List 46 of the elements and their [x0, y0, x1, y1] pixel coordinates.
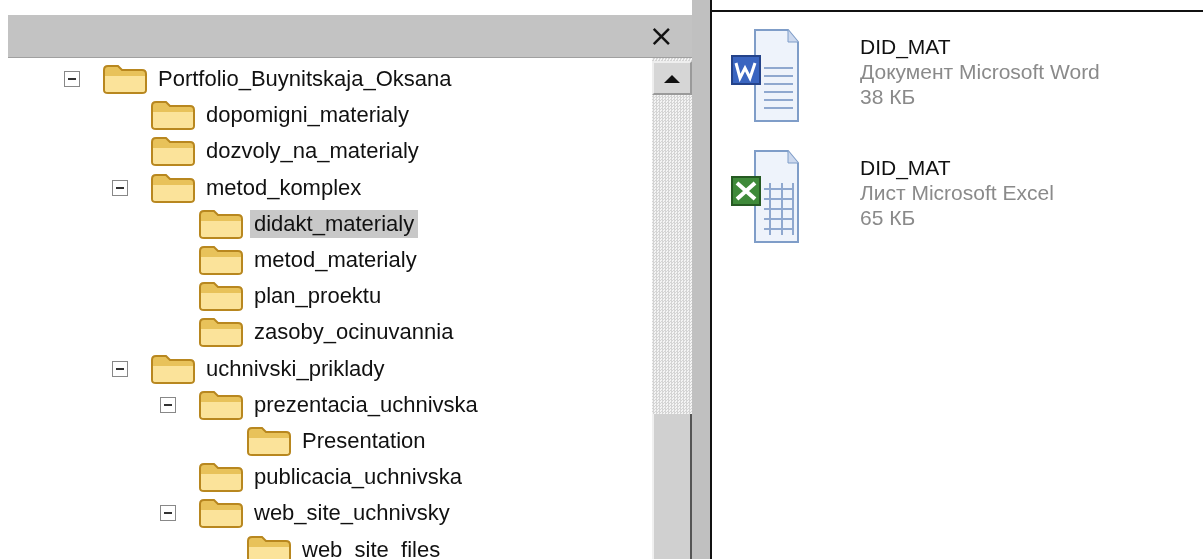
scrollbar-thumb[interactable] [652, 414, 692, 559]
folder-icon [198, 281, 244, 312]
file-type: Документ Microsoft Word [860, 59, 1100, 85]
folder-label[interactable]: Portfolio_Buynitskaja_Oksana [154, 65, 456, 94]
collapse-toggle[interactable] [112, 360, 128, 377]
folder-icon [198, 208, 244, 239]
file-size: 38 КБ [860, 84, 917, 110]
folder-icon [102, 64, 148, 95]
spreadsheet-document-icon [730, 149, 800, 245]
file-name[interactable]: DID_MAT [860, 155, 1054, 181]
folder-icon [198, 498, 244, 529]
pane-splitter[interactable] [692, 0, 712, 559]
word-document-icon [730, 28, 800, 124]
folder-icon [150, 353, 196, 384]
scroll-up-button[interactable] [652, 61, 692, 95]
folder-label[interactable]: dopomigni_materialy [202, 101, 413, 130]
file-type: Лист Microsoft Excel [860, 180, 1054, 206]
folder-icon [198, 389, 244, 420]
folder-icon [198, 462, 244, 493]
folder-icon [198, 317, 244, 348]
folder-label[interactable]: zasoby_ocinuvannia [250, 318, 458, 347]
file-size: 65 КБ [860, 205, 917, 231]
folder-icon [198, 245, 244, 276]
folder-label[interactable]: Presentation [298, 426, 430, 455]
close-button[interactable]: × [648, 21, 674, 51]
folder-icon [150, 100, 196, 131]
folder-label[interactable]: didakt_materialy [250, 209, 419, 238]
folder-label[interactable]: web_site_uchnivsky [250, 499, 454, 528]
file-name[interactable]: DID_MAT [860, 34, 1100, 60]
collapse-toggle[interactable] [64, 71, 80, 88]
folder-icon [246, 425, 292, 456]
collapse-toggle[interactable] [160, 396, 176, 413]
scrollbar[interactable] [652, 58, 692, 559]
folder-label[interactable]: uchnivski_priklady [202, 354, 389, 383]
folder-label[interactable]: prezentacia_uchnivska [250, 390, 482, 419]
folder-label[interactable]: metod_materialy [250, 246, 421, 275]
collapse-toggle[interactable] [112, 179, 128, 196]
folder-label[interactable]: publicacia_uchnivska [250, 463, 466, 492]
folder-icon [150, 172, 196, 203]
folder-label[interactable]: metod_komplex [202, 173, 366, 202]
folder-label[interactable]: dozvoly_na_materialy [202, 137, 423, 166]
folder-icon [246, 534, 292, 559]
up-arrow-icon [664, 73, 680, 83]
collapse-toggle[interactable] [160, 505, 176, 522]
folder-icon [150, 136, 196, 167]
folder-label[interactable]: plan_proektu [250, 282, 386, 311]
